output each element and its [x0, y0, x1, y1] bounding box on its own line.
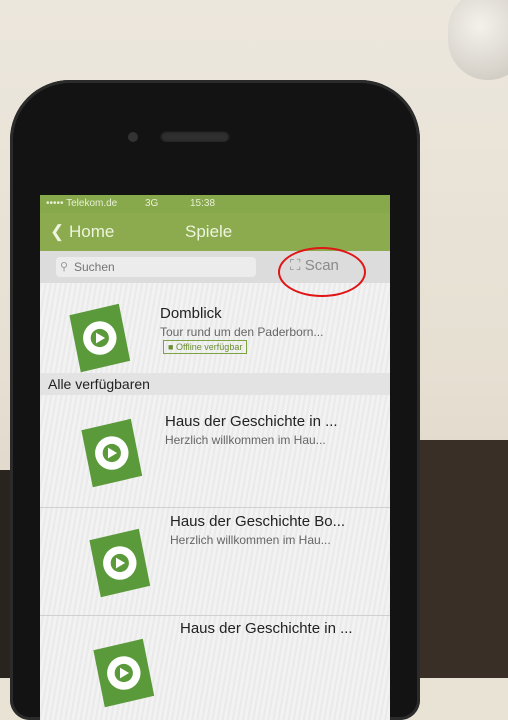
divider [40, 507, 390, 508]
status-bar: ••••• Telekom.de 3G 15:38 [40, 195, 390, 213]
page-title: Spiele [185, 222, 233, 241]
annotation-circle [278, 247, 366, 297]
game-logo-icon [93, 638, 155, 708]
carrier-label: ••••• Telekom.de [46, 198, 118, 209]
item-subtitle: Tour rund um den Paderborn... [160, 325, 324, 339]
time-label: 15:38 [190, 198, 216, 209]
item-subtitle: Herzlich willkommen im Hau... [170, 533, 331, 547]
back-label: Home [68, 222, 115, 241]
item-subtitle: Herzlich willkommen im Hau... [165, 433, 326, 447]
nav-bar: ❮ Home Spiele [40, 213, 390, 251]
search-icon: ⚲ [60, 261, 69, 273]
front-camera [128, 132, 138, 142]
section-header: Alle verfügbaren [40, 373, 390, 395]
search-bar: ⚲ ⛶ Scan [40, 247, 390, 297]
item-title: Haus der Geschichte Bo... [170, 513, 346, 530]
item-title: Haus der Geschichte in ... [165, 413, 338, 430]
game-logo-icon [69, 303, 131, 373]
download-icon: ■ [168, 342, 174, 352]
item-title: Domblick [160, 305, 222, 322]
phone-screen: ••••• Telekom.de 3G 15:38 ❮ Home Spiele … [40, 195, 390, 720]
section-title: Alle verfügbaren [48, 376, 150, 392]
divider [40, 615, 390, 616]
game-logo-icon [89, 528, 151, 598]
phone: ••••• Telekom.de 3G 15:38 ❮ Home Spiele … [10, 80, 420, 720]
chevron-left-icon: ❮ [50, 222, 65, 241]
badge-label: Offline verfügbar [175, 342, 243, 352]
search-input[interactable] [56, 257, 256, 277]
back-button[interactable]: ❮ Home [50, 222, 114, 242]
network-label: 3G [145, 198, 159, 209]
offline-badge: ■ Offline verfügbar [163, 340, 248, 354]
game-logo-icon [81, 418, 143, 488]
earpiece-speaker [160, 130, 230, 142]
item-title: Haus der Geschichte in ... [180, 620, 353, 637]
